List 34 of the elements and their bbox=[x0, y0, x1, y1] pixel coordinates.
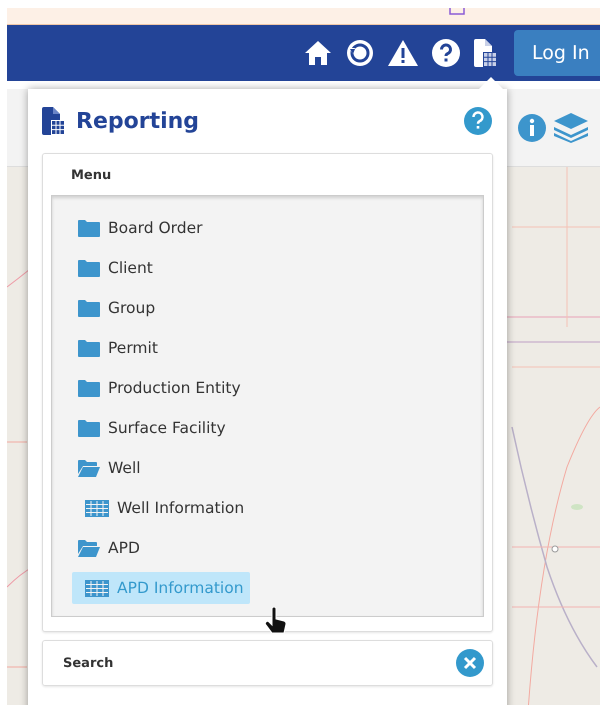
folder-item[interactable]: Group bbox=[78, 292, 162, 324]
home-icon[interactable] bbox=[304, 40, 332, 66]
panel-title: Reporting bbox=[76, 108, 200, 134]
login-button[interactable]: Log In bbox=[514, 30, 600, 76]
folder-item[interactable]: Surface Facility bbox=[78, 412, 232, 444]
folder-icon bbox=[78, 219, 100, 237]
folder-item[interactable]: Well bbox=[78, 452, 147, 484]
close-icon[interactable] bbox=[456, 649, 484, 677]
folder-item[interactable]: APD bbox=[78, 532, 146, 564]
layers-icon[interactable] bbox=[554, 112, 588, 142]
bookmark-icon[interactable] bbox=[449, 8, 465, 16]
folder-icon bbox=[78, 259, 100, 277]
folder-icon bbox=[78, 299, 100, 317]
search-title: Search bbox=[63, 656, 114, 670]
report-icon[interactable] bbox=[474, 39, 496, 67]
menu-title: Menu bbox=[70, 167, 112, 185]
table-icon bbox=[85, 580, 109, 596]
folder-icon bbox=[78, 339, 100, 357]
folder-item[interactable]: Board Order bbox=[78, 212, 209, 244]
folder-item[interactable]: Production Entity bbox=[78, 372, 247, 404]
report-item[interactable]: Well Information bbox=[72, 492, 250, 524]
history-icon[interactable] bbox=[346, 39, 374, 67]
folder-icon bbox=[78, 419, 100, 437]
table-icon bbox=[85, 500, 109, 516]
document-icon bbox=[42, 107, 64, 135]
folder-item[interactable]: Permit bbox=[78, 332, 164, 364]
folder-item[interactable]: Client bbox=[78, 252, 159, 284]
info-icon[interactable] bbox=[518, 114, 546, 142]
search-card[interactable]: Search bbox=[42, 640, 493, 686]
help-icon[interactable] bbox=[432, 39, 460, 67]
warning-icon[interactable] bbox=[388, 40, 418, 66]
folder-icon bbox=[78, 379, 100, 397]
open-folder-icon bbox=[78, 539, 100, 557]
open-folder-icon bbox=[78, 459, 100, 477]
